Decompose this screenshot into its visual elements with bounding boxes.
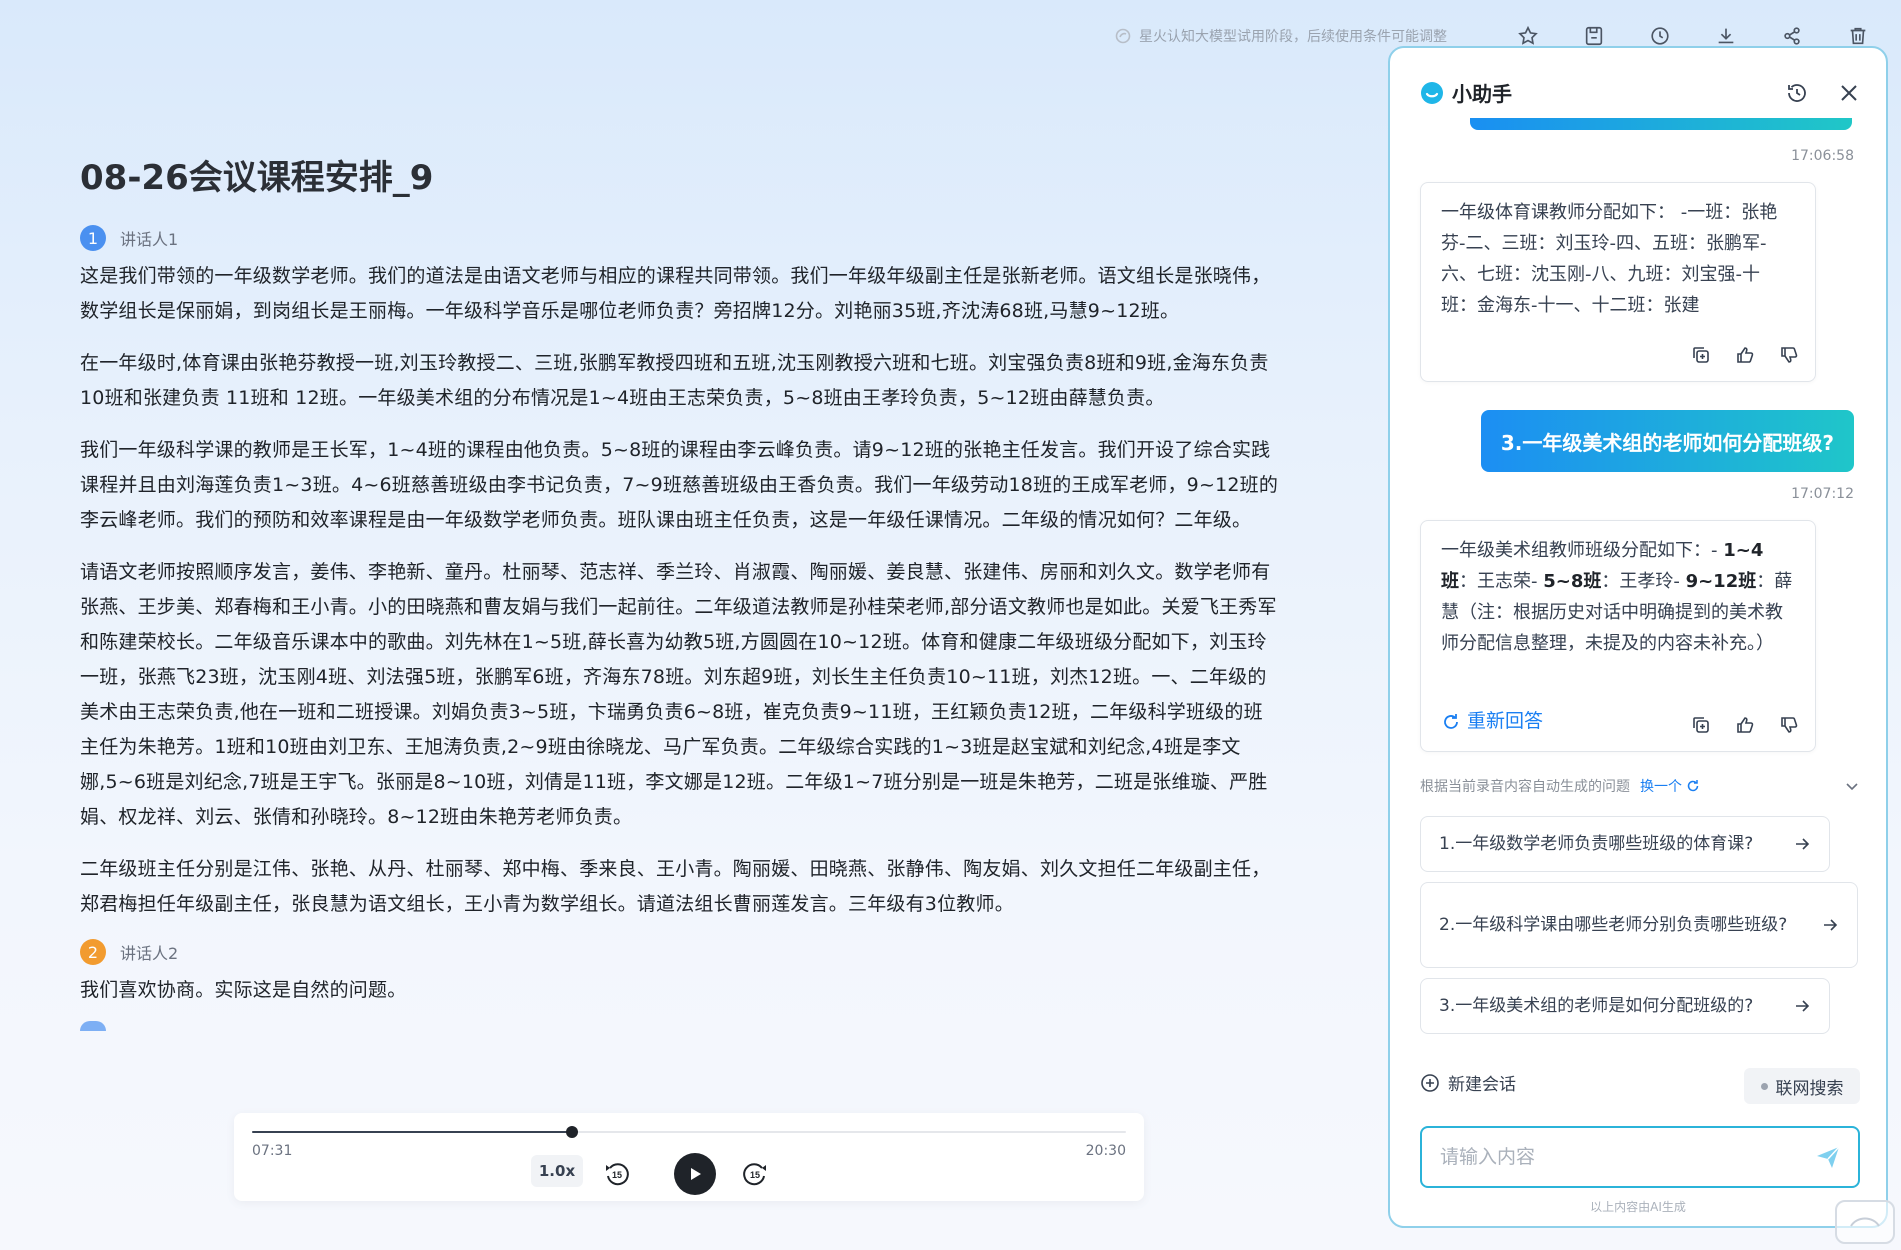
total-time: 20:30 [1085, 1143, 1126, 1159]
transcript-paragraph: 这是我们带领的一年级数学老师。我们的道法是由语文老师与相应的课程共同带领。我们一… [80, 265, 1271, 322]
assistant-header: 小助手 [1420, 78, 1512, 107]
regenerate-label: 重新回答 [1467, 710, 1544, 732]
thumbs-down-icon[interactable] [1777, 713, 1801, 737]
assistant-answer-1: 一年级体育课教师分配如下： -一班：张艳芬-二、三班：刘玉玲-四、五班：张鹏军-… [1420, 182, 1816, 382]
message-timestamp: 17:06:58 [1791, 148, 1854, 164]
transcript-paragraph: 我们一年级科学课的教师是王长军，1~4班的课程由他负责。5~8班的课程由李云峰负… [80, 439, 1279, 531]
page-title: 08-26会议课程安排_9 [80, 158, 434, 198]
forward-15-button[interactable]: 15 [738, 1157, 772, 1191]
speaker-header-1[interactable]: 1 讲话人1 [80, 225, 1280, 251]
suggestion-text: 3.一年级美术组的老师是如何分配班级的? [1439, 996, 1754, 1016]
history-icon[interactable] [1782, 78, 1812, 108]
audio-player: 07:31 20:30 1.0x 15 15 [234, 1113, 1144, 1201]
status-dot [1760, 1082, 1768, 1090]
current-time: 07:31 [252, 1143, 293, 1159]
send-icon[interactable] [1814, 1143, 1842, 1171]
assistant-panel: 小助手 17:06:58 一年级体育课教师分配如下： -一班：张艳芬-二、三班：… [1388, 46, 1888, 1228]
play-icon [691, 1168, 701, 1180]
speed-button[interactable]: 1.0x [531, 1155, 583, 1187]
forward-icon: 15 [743, 1163, 766, 1186]
transcript-paragraph: 二年级班主任分别是江伟、张艳、从丹、杜丽琴、郑中梅、季来良、王小青。陶丽媛、田晓… [80, 858, 1271, 915]
thumbs-up-icon[interactable] [1733, 343, 1757, 367]
play-button[interactable] [674, 1153, 716, 1195]
arrow-right-icon [1796, 1000, 1810, 1012]
previous-message-bubble [1470, 118, 1852, 130]
answer-toolbar [1689, 343, 1801, 367]
trial-notice-text: 星火认知大模型试用阶段，后续使用条件可能调整 [1139, 29, 1447, 45]
suggested-question-3[interactable]: 3.一年级美术组的老师是如何分配班级的? [1420, 978, 1830, 1034]
transcript-paragraph: 请语文老师按照顺序发言，姜伟、李艳新、童丹。杜丽琴、范志祥、季兰玲、肖淑霞、陶丽… [80, 561, 1277, 828]
trial-notice: 星火认知大模型试用阶段，后续使用条件可能调整 [1115, 26, 1447, 46]
refresh-icon [1444, 713, 1458, 729]
watermark-icon [1850, 1217, 1880, 1227]
answer-toolbar [1689, 713, 1801, 737]
assistant-title: 小助手 [1452, 82, 1512, 106]
web-search-label: 联网搜索 [1775, 1078, 1844, 1099]
arrow-right-icon [1796, 838, 1810, 850]
transcript: 1 讲话人1 这是我们带领的一年级数学老师。我们的道法是由语文老师与相应的课程共… [80, 225, 1280, 1085]
chat-input-box [1420, 1126, 1860, 1188]
forward-seconds: 15 [750, 1170, 760, 1180]
copy-icon[interactable] [1689, 713, 1713, 737]
suggested-question-2[interactable]: 2.一年级科学课由哪些老师分别负责哪些班级? [1420, 882, 1858, 968]
suggestion-text: 2.一年级科学课由哪些老师分别负责哪些班级? [1439, 915, 1788, 935]
answer-bold: 5~8班 [1543, 571, 1602, 592]
progress-fill [252, 1131, 572, 1133]
user-question-bubble: 3.一年级美术组的老师如何分配班级? [1480, 410, 1854, 472]
chevron-down-icon[interactable] [1844, 778, 1860, 794]
assistant-logo-icon [1421, 81, 1443, 104]
rewind-15-button[interactable]: 15 [600, 1157, 634, 1191]
suggestion-text: 1.一年级数学老师负责哪些班级的体育课? [1439, 834, 1754, 854]
plus-circle-icon [1421, 1073, 1439, 1092]
refresh-icon [1687, 780, 1699, 792]
copy-icon[interactable] [1689, 343, 1713, 367]
suggestions-header: 根据当前录音内容自动生成的问题 换一个 [1420, 776, 1860, 796]
suggestions-header-text: 根据当前录音内容自动生成的问题 [1420, 779, 1630, 795]
change-suggestions-button[interactable]: 换一个 [1640, 776, 1700, 796]
speaker-badge-partial [80, 1021, 106, 1031]
web-search-toggle[interactable]: 联网搜索 [1744, 1068, 1860, 1104]
new-chat-label: 新建会话 [1448, 1075, 1516, 1095]
close-icon[interactable] [1834, 78, 1864, 108]
transcript-paragraph: 在一年级时,体育课由张艳芬教授一班,刘玉玲教授二、三班,张鹏军教授四班和五班,沈… [80, 352, 1269, 409]
speaker-name: 讲话人2 [120, 944, 179, 963]
thumbs-up-icon[interactable] [1733, 713, 1757, 737]
suggested-question-1[interactable]: 1.一年级数学老师负责哪些班级的体育课? [1420, 816, 1830, 872]
answer-text: 一年级体育课教师分配如下： -一班：张艳芬-二、三班：刘玉玲-四、五班：张鹏军-… [1441, 202, 1778, 316]
speaker-number-badge: 2 [80, 939, 106, 965]
change-label: 换一个 [1640, 779, 1682, 795]
rewind-seconds: 15 [612, 1170, 622, 1180]
spark-icon [1115, 28, 1131, 44]
answer-text: 一年级美术组教师班级分配如下：- [1441, 540, 1724, 561]
ai-disclaimer: 以上内容由AI生成 [1590, 1200, 1686, 1214]
answer-text: ：王孝玲- [1601, 571, 1686, 592]
speaker-number-badge: 1 [80, 225, 106, 251]
transcript-paragraph: 我们喜欢协商。实际这是自然的问题。 [80, 979, 407, 1001]
regenerate-button[interactable]: 重新回答 [1441, 706, 1543, 737]
watermark-logo [1835, 1200, 1895, 1244]
progress-track[interactable] [252, 1126, 1126, 1138]
speaker-header-2[interactable]: 2 讲话人2 [80, 939, 1280, 965]
speaker-name: 讲话人1 [120, 230, 179, 249]
assistant-answer-2: 一年级美术组教师班级分配如下：- 1~4班：王志荣- 5~8班：王孝玲- 9~1… [1420, 520, 1816, 752]
answer-text: ：王志荣- [1459, 571, 1544, 592]
rewind-icon: 15 [606, 1163, 629, 1186]
new-chat-button[interactable]: 新建会话 [1420, 1070, 1516, 1095]
arrow-right-icon [1824, 919, 1838, 931]
message-timestamp: 17:07:12 [1791, 486, 1854, 502]
progress-handle[interactable] [565, 1126, 578, 1138]
thumbs-down-icon[interactable] [1777, 343, 1801, 367]
chat-input[interactable] [1438, 1145, 1814, 1169]
answer-bold: 9~12班 [1685, 571, 1757, 592]
